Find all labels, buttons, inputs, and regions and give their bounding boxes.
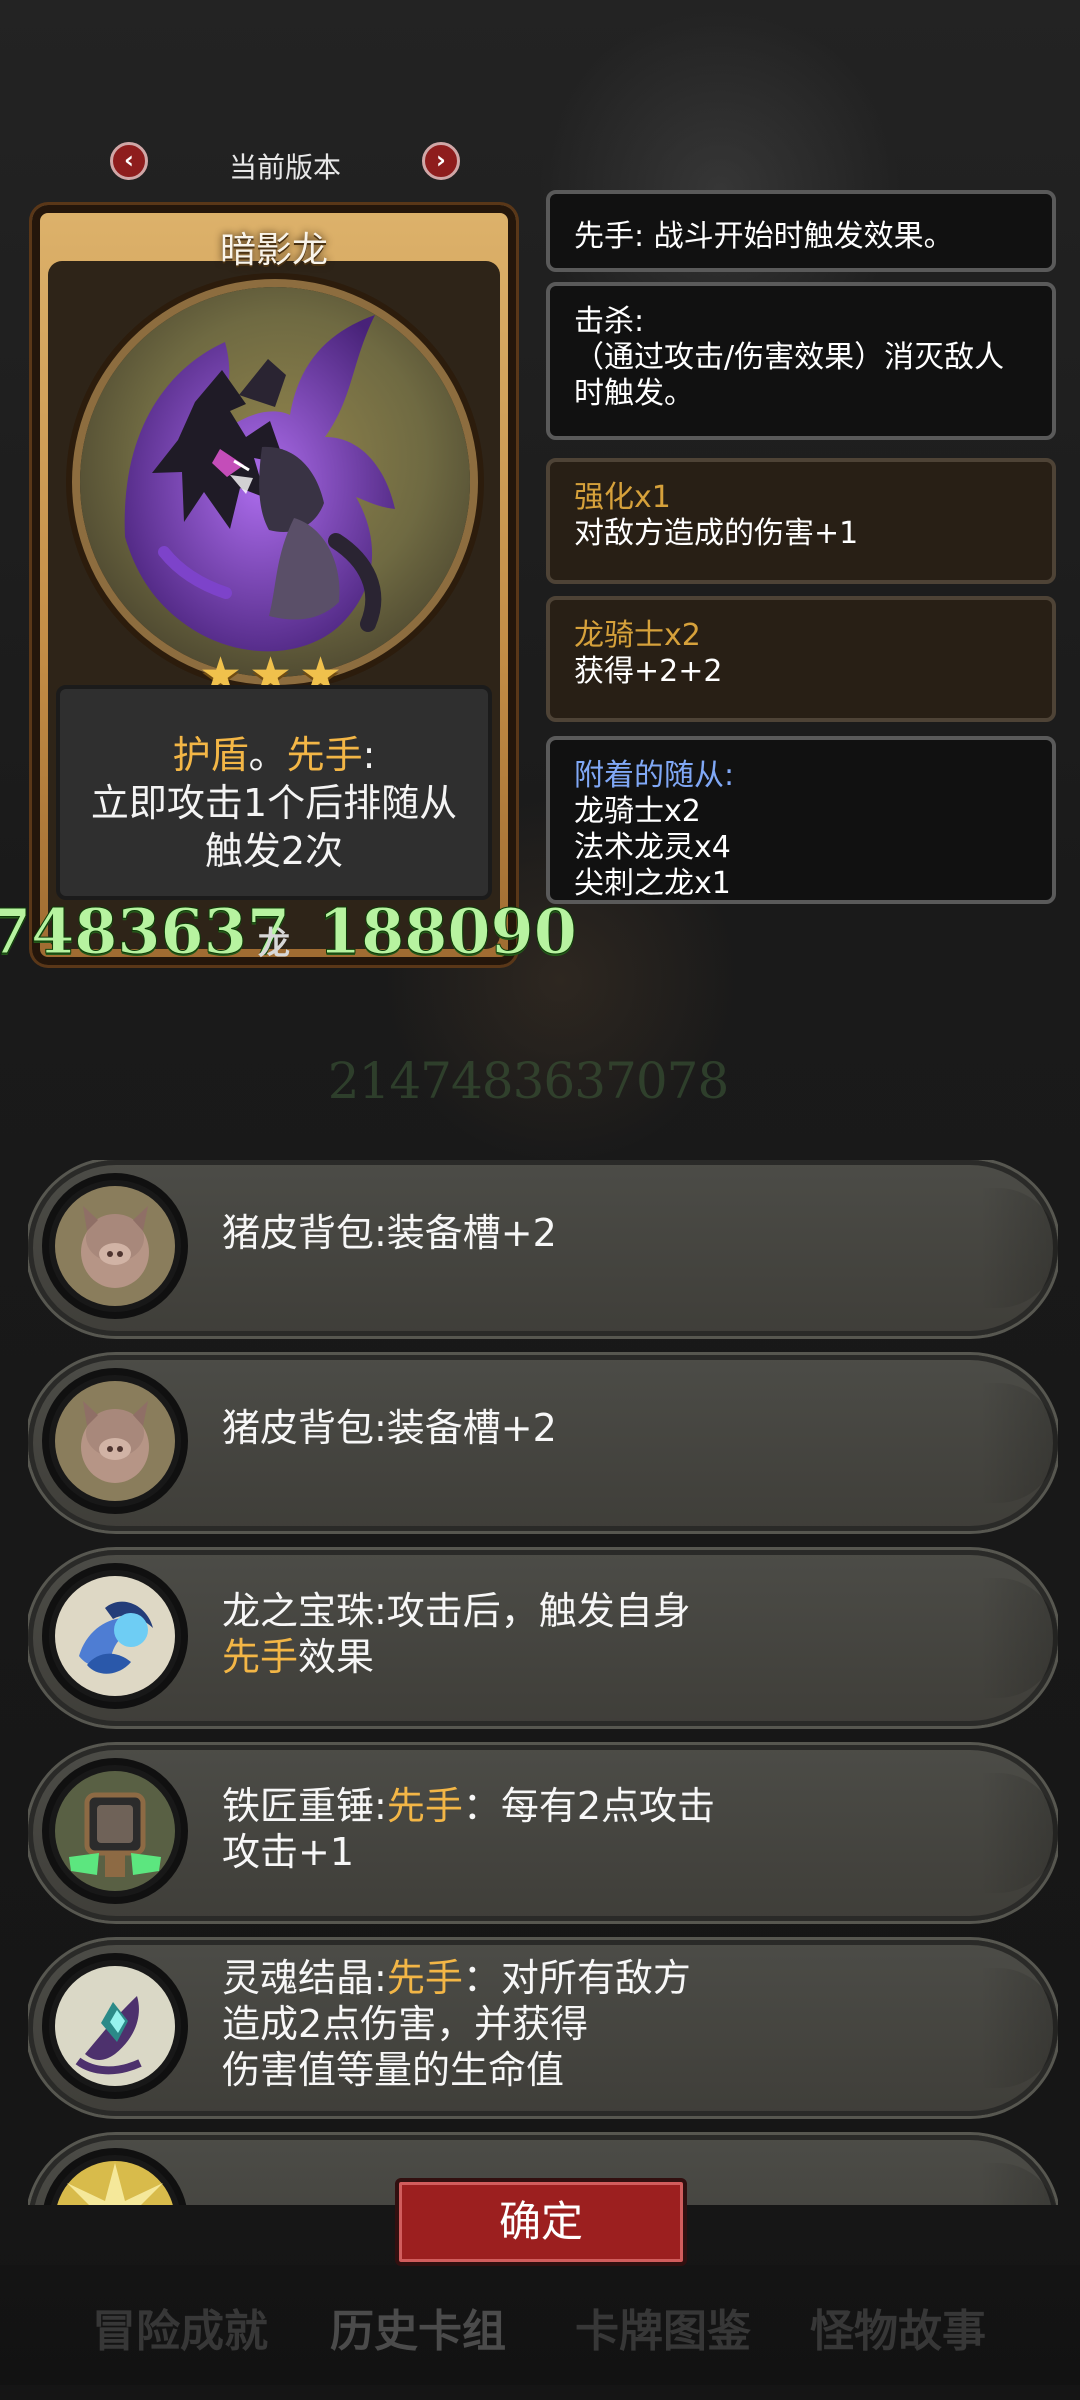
detail-kill: 击杀: （通过攻击/伤害效果）消灭敌人时触发。 <box>546 282 1056 440</box>
health-value: 188090 <box>318 895 578 969</box>
equipment-text-line-1: 灵魂结晶:先手：对所有敌方 <box>222 1955 982 2001</box>
equipment-text-suffix: 效果 <box>298 1635 375 1679</box>
blacksmith-hammer-icon <box>42 1758 188 1904</box>
card-name: 暗影龙 <box>219 230 328 271</box>
tribe-label: 龙 <box>258 924 291 962</box>
pig-backpack-icon <box>42 1368 188 1514</box>
equipment-text-line-1: 铁匠重锤:先手：每有2点攻击 <box>222 1783 982 1829</box>
equipment-text-suffix: ：对所有敌方 <box>462 1956 691 2000</box>
chevron-right-icon[interactable]: › <box>422 142 460 180</box>
detail-dragon-rider: 龙骑士x2 获得+2+2 <box>546 596 1056 722</box>
card-desc-line-3: 触发2次 <box>204 829 344 873</box>
keyword-first-strike: 先手 <box>386 1956 463 2000</box>
punctuation: : <box>362 733 376 777</box>
shadow-dragon-icon <box>124 315 396 652</box>
equipment-text: 灵魂结晶:先手：对所有敌方 造成2点伤害，并获得 伤害值等量的生命值 <box>222 1955 982 2093</box>
pig-backpack-icon <box>42 1173 188 1319</box>
tab-card-encyclopedia[interactable]: 卡牌图鉴 <box>575 2295 751 2359</box>
keyword-shield: 护盾 <box>172 733 249 777</box>
equipment-item[interactable]: 龙之宝珠:攻击后，触发自身 先手效果 <box>28 1550 1058 1726</box>
attack-value: 7483637 <box>0 895 290 969</box>
card-desc-line-2: 立即攻击1个后排随从 <box>90 781 458 825</box>
equipment-text: 猪皮背包:装备槽+2 <box>222 1406 557 1450</box>
version-switcher: ‹ 当前版本 › <box>110 142 460 192</box>
attached-minion-line: 尖刺之龙x1 <box>574 866 731 901</box>
detail-title: 击杀: <box>574 304 645 339</box>
detail-title: 附着的随从: <box>574 758 735 793</box>
version-label: 当前版本 <box>228 151 341 184</box>
card-desc-line-1: 护盾。先手: <box>60 731 488 779</box>
keyword-first-strike: 先手 <box>286 733 363 777</box>
equipment-text-prefix: 灵魂结晶: <box>222 1956 387 2000</box>
history-deck-screen: ‹ 当前版本 › 暗影龙 ★★★ 护盾。先手: 立即攻击1个后排随从 触发2次 … <box>0 0 1080 2400</box>
equipment-text: 铁匠重锤:先手：每有2点攻击 攻击+1 <box>222 1783 982 1875</box>
background-number: 2147483637078 <box>327 1052 730 1110</box>
equipment-item[interactable]: 猪皮背包:装备槽+2 <box>28 1355 1058 1531</box>
detail-body: （通过攻击/伤害效果）消灭敌人时触发。 <box>574 340 1005 411</box>
detail-title: 强化x1 <box>574 480 671 515</box>
equipment-text: 猪皮背包:装备槽+2 <box>222 1211 557 1255</box>
chevron-left-icon[interactable]: ‹ <box>110 142 148 180</box>
tab-monster-story[interactable]: 怪物故事 <box>810 2295 986 2359</box>
soul-crystal-icon <box>42 1953 188 2099</box>
equipment-list: 猪皮背包:装备槽+2 猪皮背包:装备槽+2 龙之宝珠:攻击后，触发自身 先手效果… <box>28 1160 1058 2205</box>
equipment-text-prefix: 铁匠重锤: <box>222 1784 387 1828</box>
equipment-text-line-1: 龙之宝珠:攻击后，触发自身 <box>222 1589 691 1633</box>
keyword-first-strike: 先手 <box>386 1784 463 1828</box>
equipment-text-line-3: 伤害值等量的生命值 <box>222 2048 565 2092</box>
dragon-orb-icon <box>42 1563 188 1709</box>
punctuation: 。 <box>248 733 287 777</box>
attached-minion-line: 法术龙灵x4 <box>574 830 731 865</box>
monster-card[interactable]: 暗影龙 ★★★ 护盾。先手: 立即攻击1个后排随从 触发2次 <box>32 205 516 965</box>
equipment-text: 龙之宝珠:攻击后，触发自身 先手效果 <box>222 1588 982 1680</box>
bottom-tabs: 冒险成就 历史卡组 卡牌图鉴 怪物故事 <box>0 2265 1080 2385</box>
card-stats: 7483637 龙 188090 <box>0 895 620 975</box>
attached-minion-line: 龙骑士x2 <box>574 794 701 829</box>
tab-adventure-achievements[interactable]: 冒险成就 <box>92 2295 268 2359</box>
equipment-item[interactable]: 灵魂结晶:先手：对所有敌方 造成2点伤害，并获得 伤害值等量的生命值 <box>28 1940 1058 2116</box>
detail-body: 对敌方造成的伤害+1 <box>574 516 859 551</box>
keyword-first-strike: 先手 <box>222 1635 299 1679</box>
detail-title: 龙骑士x2 <box>574 618 701 653</box>
detail-enhance: 强化x1 对敌方造成的伤害+1 <box>546 458 1056 584</box>
detail-attached-minions: 附着的随从: 龙骑士x2 法术龙灵x4 尖刺之龙x1 <box>546 736 1056 904</box>
detail-body: 获得+2+2 <box>574 654 723 689</box>
equipment-text-line-2: 先手效果 <box>222 1634 982 1680</box>
detail-first-strike: 先手: 战斗开始时触发效果。 <box>546 190 1056 272</box>
gold-burst-icon <box>42 2148 188 2205</box>
equipment-item[interactable]: 铁匠重锤:先手：每有2点攻击 攻击+1 <box>28 1745 1058 1921</box>
equipment-item[interactable]: 猪皮背包:装备槽+2 <box>28 1160 1058 1336</box>
tab-history-deck[interactable]: 历史卡组 <box>330 2295 506 2359</box>
equipment-text-line-2: 攻击+1 <box>222 1830 355 1874</box>
dragon-portrait <box>80 287 470 677</box>
equipment-text-suffix: ：每有2点攻击 <box>462 1784 716 1828</box>
confirm-button[interactable]: 确定 <box>395 2178 687 2266</box>
card-description: 护盾。先手: 立即攻击1个后排随从 触发2次 <box>56 685 492 900</box>
equipment-text-line-2: 造成2点伤害，并获得 <box>222 2002 589 2046</box>
